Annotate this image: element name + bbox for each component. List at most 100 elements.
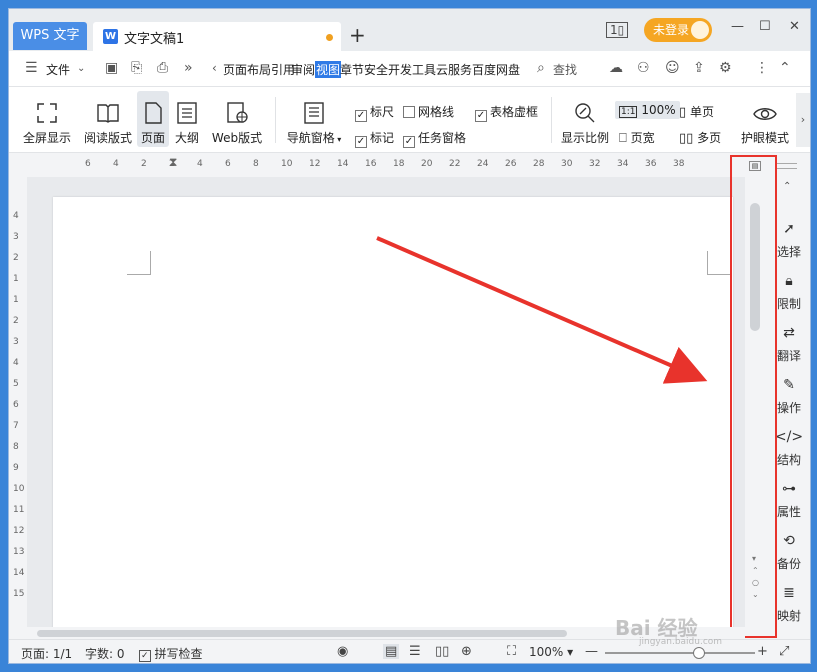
reading-mode-label: 阅读版式	[83, 131, 132, 145]
chevron-down-icon[interactable]: ⌄	[77, 63, 85, 74]
menu-file[interactable]: 文件	[46, 61, 70, 78]
panel-drag-handle-icon[interactable]	[775, 163, 797, 169]
reading-mode-button[interactable]: 阅读版式	[81, 101, 135, 146]
reading-view-icon[interactable]: ▯▯	[435, 644, 449, 659]
ruler-tick-label: 32	[589, 159, 601, 169]
zoom-out-icon[interactable]: —	[585, 644, 598, 659]
share-icon[interactable]: ⇪	[693, 60, 705, 76]
task-pane-checkbox[interactable]: ✓ 任务窗格	[403, 129, 466, 148]
side-panel-code-button[interactable]: </> 结构	[769, 429, 809, 468]
zoom-100-button[interactable]: 1:1 100%	[615, 101, 680, 119]
outline-view-icon[interactable]: ☰	[409, 644, 421, 659]
ruler-checkbox[interactable]: ✓ 标尺	[355, 103, 394, 122]
menu-tab-layout[interactable]: 页面布局	[223, 61, 271, 78]
page-view-button[interactable]: 页面	[137, 91, 169, 147]
tab-document[interactable]: W 文字文稿1	[93, 22, 341, 51]
menu-tab-cloud[interactable]: 云服务	[436, 61, 472, 78]
side-panel-lock-button[interactable]: 🔒︎ 限制	[769, 273, 809, 312]
indent-marker-icon[interactable]: ⧗	[169, 155, 177, 170]
zoom-slider[interactable]	[605, 647, 755, 659]
ruler-toggle-icon[interactable]: ▤	[749, 161, 761, 171]
page-width-icon: ⎕	[619, 131, 627, 146]
share-user-icon[interactable]: ⚇	[637, 60, 650, 76]
table-dash-label: 表格虚框	[490, 105, 539, 119]
save-icon[interactable]: ▣	[105, 60, 118, 76]
eye-icon[interactable]: ◉	[337, 644, 348, 659]
document-page[interactable]	[53, 197, 733, 627]
menu-tab-view[interactable]: 视图	[315, 61, 342, 78]
side-panel-mapping-button[interactable]: ≣ 映射	[769, 585, 809, 624]
zoom-100-label: 100%	[641, 103, 676, 117]
cloud-sync-icon[interactable]: ☁	[609, 60, 623, 76]
side-panel-label: 翻译	[776, 349, 801, 363]
export-pdf-icon[interactable]: ⎘	[131, 60, 142, 76]
window-switch-icon[interactable]: 1▯	[606, 22, 629, 38]
edit-icon: ✎	[783, 377, 795, 393]
marks-checkbox[interactable]: ✓ 标记	[355, 129, 394, 148]
close-button[interactable]: ✕	[789, 19, 800, 34]
new-tab-button[interactable]: +	[349, 23, 366, 47]
side-panel-cursor-button[interactable]: ➚ 选择	[769, 221, 809, 260]
collapse-ribbon-icon[interactable]: ⌃	[779, 60, 791, 76]
maximize-button[interactable]: ☐	[759, 19, 771, 34]
zoom-percent-icon	[575, 103, 595, 123]
zoom-ratio-button[interactable]: 显示比例	[557, 101, 613, 146]
page-count[interactable]: 页面: 1/1	[21, 645, 72, 662]
menu-tab-security[interactable]: 安全	[364, 61, 388, 78]
side-panel-properties-button[interactable]: ⊶ 属性	[769, 481, 809, 520]
horizontal-ruler: 6 4 2 2 4 6 8 10 12 14 16 18 20 22 24 26 28 30 32 34 36 38 ⧗	[9, 153, 749, 177]
zoom-slider-knob[interactable]	[693, 647, 705, 659]
scrollbar-thumb[interactable]	[37, 630, 567, 637]
wps-window: WPS 文字 W 文字文稿1 + 1▯ 未登录 — ☐ ✕ ☰ 文件 ⌄ ▣ ⎘…	[8, 8, 811, 664]
side-panel-backup-button[interactable]: ⟲ 备份	[769, 533, 809, 572]
fit-page-icon[interactable]: ⛶	[507, 644, 516, 659]
side-panel-translate-button[interactable]: ⇄ 翻译	[769, 325, 809, 364]
menu-bar: ☰ 文件 ⌄ ▣ ⎘ ⎙ » ‹ 页面布局 引用 审阅 视图 章节 安全 开发工…	[9, 51, 810, 87]
tab-wps-home[interactable]: WPS 文字	[13, 22, 87, 50]
ruler-tick-label: 28	[533, 159, 545, 169]
table-dash-checkbox[interactable]: ✓ 表格虚框	[475, 103, 538, 122]
nav-pane-button[interactable]: 导航窗格 ▾	[281, 101, 347, 146]
fullscreen-icon[interactable]: ⤢	[779, 644, 789, 659]
ruler-tick-label: 34	[617, 159, 629, 169]
gear-icon[interactable]: ⚙	[719, 60, 732, 76]
single-page-label: 单页	[689, 105, 714, 119]
multi-page-button[interactable]: ▯▯ 多页	[679, 129, 721, 146]
scroll-nav-icons[interactable]: ▾ ⌃ ○ ⌄	[752, 553, 759, 601]
menu-tab-baidu-netdisk[interactable]: 百度网盘	[472, 61, 520, 78]
eye-mode-button[interactable]: 护眼模式	[739, 101, 791, 146]
search-label[interactable]: 查找	[553, 61, 577, 78]
zoom-in-icon[interactable]: +	[757, 644, 768, 659]
minimize-button[interactable]: —	[731, 19, 744, 34]
zoom-level[interactable]: 100% ▾	[529, 645, 573, 659]
hamburger-icon[interactable]: ☰	[25, 60, 38, 76]
outline-button[interactable]: 大纲	[173, 101, 201, 146]
comment-icon[interactable]: ☺	[665, 60, 680, 76]
more-quick-icon[interactable]: »	[184, 60, 193, 76]
single-page-button[interactable]: ▯ 单页	[679, 103, 714, 120]
search-icon[interactable]: ⌕	[537, 60, 545, 76]
menu-tab-review[interactable]: 审阅	[291, 61, 315, 78]
gridlines-checkbox[interactable]: 网格线	[403, 103, 454, 120]
side-panel-edit-button[interactable]: ✎ 操作	[769, 377, 809, 416]
nav-pane-icon	[304, 102, 324, 124]
more-vertical-icon[interactable]: ⋮	[755, 60, 769, 76]
login-button[interactable]: 未登录	[644, 18, 712, 42]
fullscreen-button[interactable]: 全屏显示	[15, 101, 79, 146]
scrollbar-thumb[interactable]	[750, 203, 760, 331]
menu-tab-devtools[interactable]: 开发工具	[388, 61, 436, 78]
menu-tab-chapter[interactable]: 章节	[340, 61, 364, 78]
page-width-button[interactable]: ⎕ 页宽	[619, 129, 655, 146]
word-count[interactable]: 字数: 0	[85, 645, 125, 662]
print-icon[interactable]: ⎙	[157, 60, 168, 76]
page-icon	[145, 102, 162, 124]
spell-check-toggle[interactable]: ✓ 拼写检查	[139, 645, 203, 662]
vertical-scrollbar[interactable]	[750, 193, 760, 603]
page-view-icon[interactable]: ▤	[383, 644, 400, 659]
ribbon-view: 全屏显示 阅读版式 页面 大纲 Web版式 导航窗格 ▾ ✓ 标尺 网格线 ✓ 表格…	[9, 87, 810, 153]
web-layout-button[interactable]: Web版式	[207, 101, 267, 146]
ribbon-scroll-right-icon[interactable]: ›	[796, 93, 810, 147]
panel-scroll-up-icon[interactable]: ⌃	[783, 181, 791, 192]
scroll-left-icon[interactable]: ‹	[212, 61, 217, 75]
web-view-icon[interactable]: ⊕	[461, 644, 472, 659]
